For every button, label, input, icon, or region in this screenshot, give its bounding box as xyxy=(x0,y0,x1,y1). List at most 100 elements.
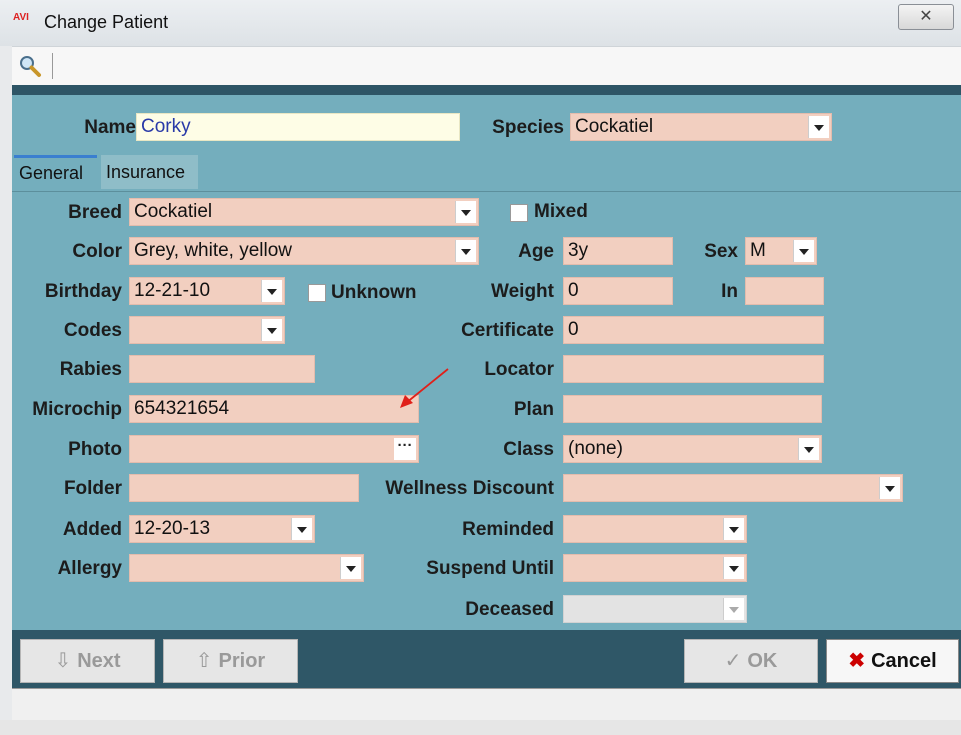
chevron-down-icon[interactable] xyxy=(261,280,282,302)
locator-field[interactable] xyxy=(563,355,824,383)
search-icon[interactable] xyxy=(18,54,42,78)
folder-field[interactable] xyxy=(129,474,359,502)
photo-field[interactable]: ··· xyxy=(129,435,419,463)
cancel-button[interactable]: ✖ Cancel xyxy=(826,639,959,683)
unknown-checkbox[interactable] xyxy=(308,284,326,302)
species-label: Species xyxy=(492,117,564,138)
arrow-up-icon: ⇧ xyxy=(195,650,213,672)
certificate-field[interactable]: 0 xyxy=(563,316,824,344)
class-select[interactable]: (none) xyxy=(563,435,822,463)
chevron-down-icon[interactable] xyxy=(291,518,312,540)
sex-select[interactable]: M xyxy=(745,237,817,265)
chevron-down-icon[interactable] xyxy=(723,518,744,540)
prior-button-label: Prior xyxy=(218,650,266,672)
reminded-select[interactable] xyxy=(563,515,747,543)
microchip-label: Microchip xyxy=(32,399,122,420)
color-value: Grey, white, yellow xyxy=(134,240,293,261)
tab-general[interactable]: General xyxy=(14,155,97,189)
codes-label: Codes xyxy=(63,320,122,341)
title-bar: AVI Change Patient ✕ xyxy=(0,0,961,46)
suspend-until-select[interactable] xyxy=(563,554,747,582)
ok-button[interactable]: ✓ OK xyxy=(684,639,818,683)
window-left-edge xyxy=(0,46,12,720)
folder-label: Folder xyxy=(63,478,122,499)
in-field[interactable] xyxy=(745,277,824,305)
chevron-down-icon[interactable] xyxy=(455,240,476,262)
microchip-field[interactable]: 654321654 xyxy=(129,395,419,423)
chevron-down-icon[interactable] xyxy=(723,557,744,579)
app-logo-icon: AVI xyxy=(13,12,29,23)
rabies-field[interactable] xyxy=(129,355,315,383)
chevron-down-icon[interactable] xyxy=(808,116,829,138)
toolbar xyxy=(12,46,961,86)
chevron-down-icon[interactable] xyxy=(340,557,361,579)
deceased-select xyxy=(563,595,747,623)
mixed-checkbox[interactable] xyxy=(510,204,528,222)
next-button[interactable]: ⇩ Next xyxy=(20,639,155,683)
chevron-down-icon[interactable] xyxy=(798,438,819,460)
chevron-down-icon[interactable] xyxy=(455,201,476,223)
birthday-select[interactable]: 12-21-10 xyxy=(129,277,285,305)
added-select[interactable]: 12-20-13 xyxy=(129,515,315,543)
tab-divider xyxy=(12,191,961,192)
prior-button[interactable]: ⇧ Prior xyxy=(163,639,298,683)
close-button[interactable]: ✕ xyxy=(898,4,954,30)
photo-label: Photo xyxy=(68,439,122,460)
class-value: (none) xyxy=(568,438,623,459)
allergy-select[interactable] xyxy=(129,554,364,582)
species-select[interactable]: Cockatiel xyxy=(570,113,832,141)
ok-button-label: OK xyxy=(747,650,778,672)
desktop-strip xyxy=(0,720,961,735)
tab-insurance[interactable]: Insurance xyxy=(101,155,198,189)
close-icon: ✖ xyxy=(848,650,866,672)
toolbar-separator xyxy=(52,53,53,79)
birthday-value: 12-21-10 xyxy=(134,280,211,301)
arrow-down-icon: ⇩ xyxy=(54,650,72,672)
age-label: Age xyxy=(518,241,554,262)
breed-value: Cockatiel xyxy=(134,201,213,222)
name-label: Name xyxy=(84,117,136,138)
sex-value: M xyxy=(750,240,766,261)
allergy-label: Allergy xyxy=(57,558,122,579)
added-value: 12-20-13 xyxy=(134,518,211,539)
certificate-label: Certificate xyxy=(461,320,554,341)
deceased-label: Deceased xyxy=(465,599,554,620)
weight-field[interactable]: 0 xyxy=(563,277,673,305)
color-select[interactable]: Grey, white, yellow xyxy=(129,237,479,265)
checkmark-icon: ✓ xyxy=(724,650,742,672)
browse-button[interactable]: ··· xyxy=(394,438,416,460)
button-bar: ⇩ Next ⇧ Prior ✓ OK ✖ Cancel xyxy=(12,630,961,688)
in-label: In xyxy=(721,281,738,302)
patient-form: Name Corky Species Cockatiel General Ins… xyxy=(12,85,961,630)
chevron-down-icon[interactable] xyxy=(879,477,900,499)
status-bar xyxy=(12,688,961,721)
reminded-label: Reminded xyxy=(462,519,554,540)
species-value: Cockatiel xyxy=(575,116,654,137)
codes-select[interactable] xyxy=(129,316,285,344)
added-label: Added xyxy=(62,519,122,540)
suspend-until-label: Suspend Until xyxy=(426,558,554,579)
wellness-discount-select[interactable] xyxy=(563,474,903,502)
birthday-label: Birthday xyxy=(44,281,122,302)
chevron-down-icon[interactable] xyxy=(793,240,814,262)
age-field[interactable]: 3y xyxy=(563,237,673,265)
chevron-down-icon[interactable] xyxy=(261,319,282,341)
plan-field[interactable] xyxy=(563,395,822,423)
name-field[interactable]: Corky xyxy=(136,113,460,141)
breed-label: Breed xyxy=(68,202,122,223)
rabies-label: Rabies xyxy=(59,359,122,380)
window-title: Change Patient xyxy=(44,12,169,32)
next-button-label: Next xyxy=(77,650,121,672)
sex-label: Sex xyxy=(704,241,738,262)
plan-label: Plan xyxy=(513,399,554,420)
cancel-button-label: Cancel xyxy=(871,650,937,672)
unknown-label: Unknown xyxy=(331,282,417,303)
class-label: Class xyxy=(503,439,554,460)
breed-select[interactable]: Cockatiel xyxy=(129,198,479,226)
chevron-down-icon xyxy=(723,598,744,620)
weight-label: Weight xyxy=(491,281,554,302)
color-label: Color xyxy=(72,241,122,262)
mixed-label: Mixed xyxy=(534,201,588,222)
wellness-discount-label: Wellness Discount xyxy=(385,478,554,499)
change-patient-window: AVI Change Patient ✕ Name Corky Species … xyxy=(0,0,961,735)
